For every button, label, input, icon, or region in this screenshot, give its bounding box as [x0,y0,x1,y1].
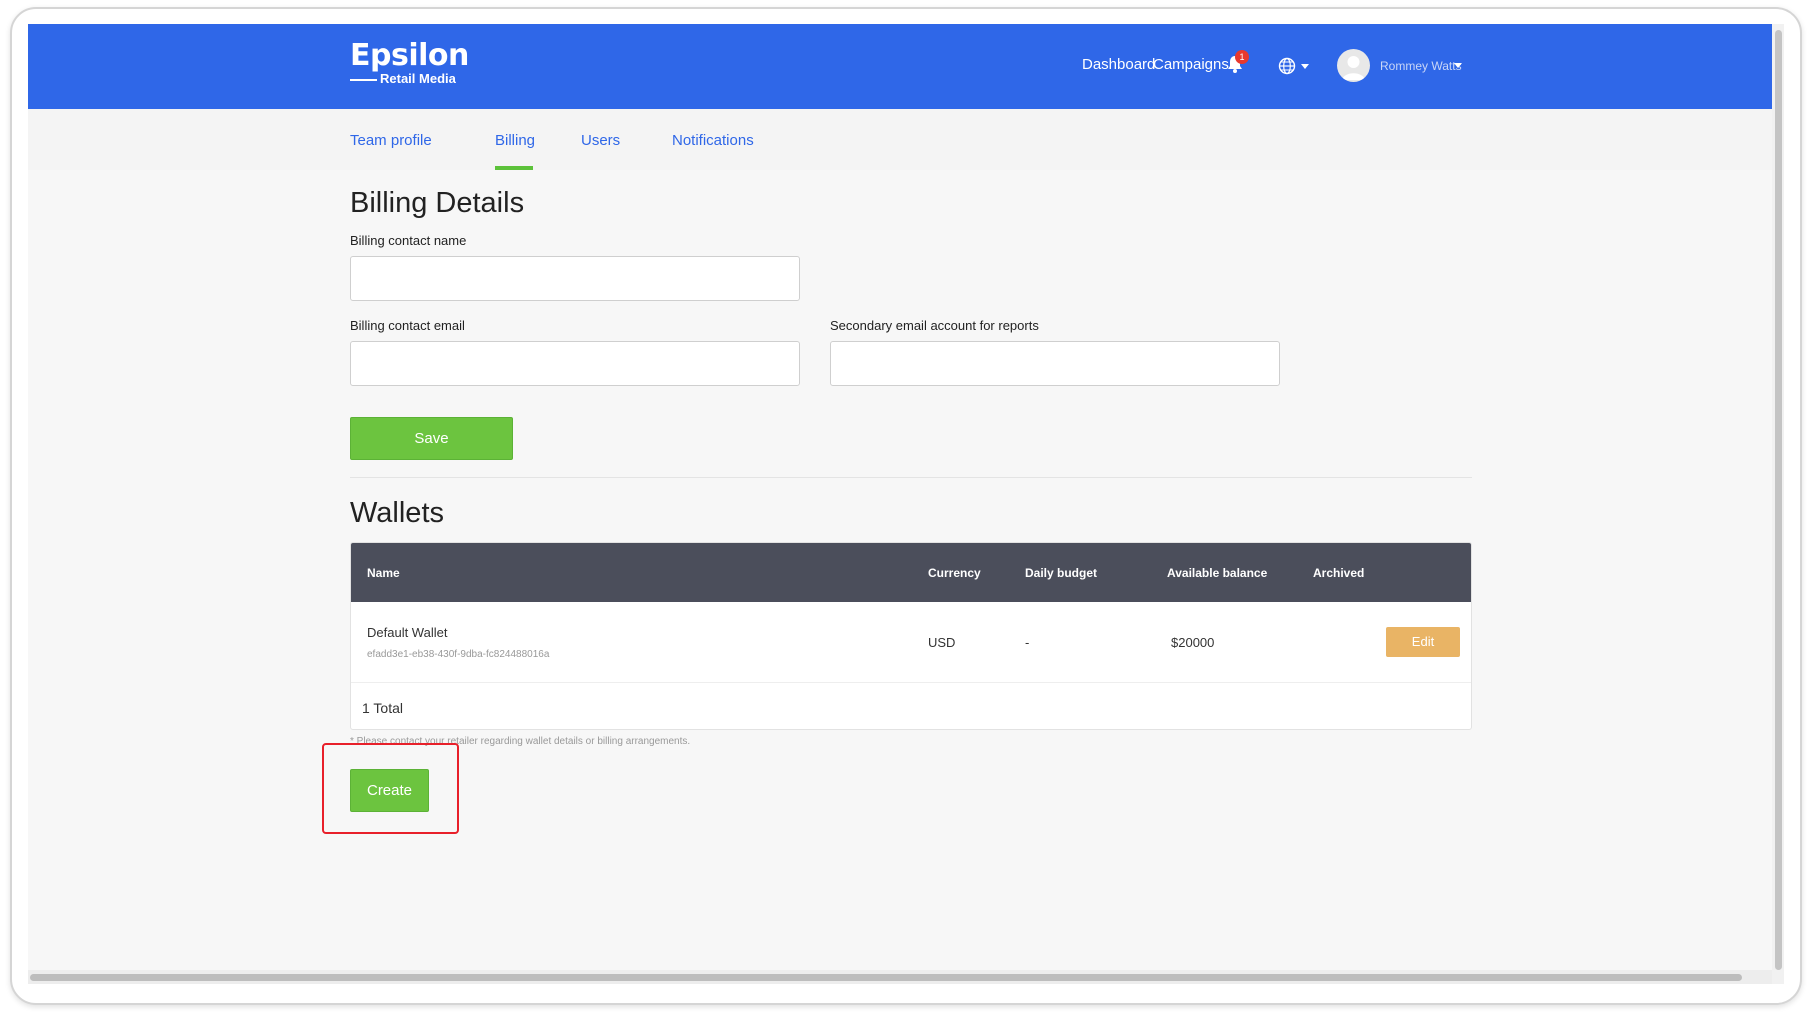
vertical-scrollbar-thumb[interactable] [1775,30,1782,970]
wallets-table-header: Name Currency Daily budget Available bal… [351,543,1471,602]
column-header-currency: Currency [928,566,981,580]
wallets-title: Wallets [350,497,444,529]
active-tab-indicator [495,166,533,170]
vertical-scrollbar[interactable] [1772,24,1784,984]
tab-billing[interactable]: Billing [495,132,535,149]
billing-contact-email-input[interactable] [350,341,800,386]
billing-contact-name-label: Billing contact name [350,233,467,248]
nav-campaigns[interactable]: Campaigns [1153,56,1229,73]
nav-dashboard[interactable]: Dashboard [1082,56,1155,73]
horizontal-scrollbar-thumb[interactable] [30,974,1742,981]
secondary-email-label: Secondary email account for reports [830,318,1039,333]
secondary-email-input[interactable] [830,341,1280,386]
wallet-id: efadd3e1-eb38-430f-9dba-fc824488016a [367,649,550,660]
campaigns-badge: 1 [1235,50,1249,64]
top-navbar: Epsilon Retail Media Dashboard Campaigns… [28,24,1772,109]
user-chevron-down-icon[interactable] [1454,63,1462,68]
billing-details-title: Billing Details [350,187,525,219]
tab-notifications[interactable]: Notifications [672,132,754,149]
settings-tabs: Team profile Billing Users Notifications [28,109,1772,170]
column-header-name: Name [367,566,400,580]
wallet-name: Default Wallet [367,625,448,640]
wallets-total: 1 Total [362,700,403,716]
billing-contact-email-label: Billing contact email [350,318,465,333]
edit-wallet-button[interactable]: Edit [1386,627,1460,657]
save-button[interactable]: Save [350,417,513,460]
billing-contact-name-input[interactable] [350,256,800,301]
user-menu-name[interactable]: Rommey Watts [1380,59,1462,73]
section-divider [350,477,1472,478]
row-divider [351,682,1471,683]
page-viewport: Epsilon Retail Media Dashboard Campaigns… [28,24,1772,984]
column-header-daily-budget: Daily budget [1025,566,1098,580]
wallet-available-balance: $20000 [1171,635,1215,650]
create-wallet-button[interactable]: Create [350,769,429,812]
column-header-archived: Archived [1313,566,1365,580]
horizontal-scrollbar[interactable] [28,970,1772,984]
wallets-table: Name Currency Daily budget Available bal… [350,542,1472,730]
logo-underline [350,79,377,81]
logo-sub-text: Retail Media [380,71,456,86]
tab-team-profile[interactable]: Team profile [350,132,432,149]
wallet-daily-budget: - [1025,635,1030,650]
logo-main-text: Epsilon [350,38,469,73]
column-header-available-balance: Available balance [1167,566,1268,580]
user-avatar-icon[interactable] [1337,49,1370,82]
wallet-note: * Please contact your retailer regarding… [350,736,691,747]
wallet-currency: USD [928,635,956,650]
language-chevron-down-icon[interactable] [1301,64,1309,69]
tab-users[interactable]: Users [581,132,620,149]
epsilon-logo[interactable]: Epsilon Retail Media [350,38,469,86]
globe-icon[interactable] [1278,57,1296,75]
